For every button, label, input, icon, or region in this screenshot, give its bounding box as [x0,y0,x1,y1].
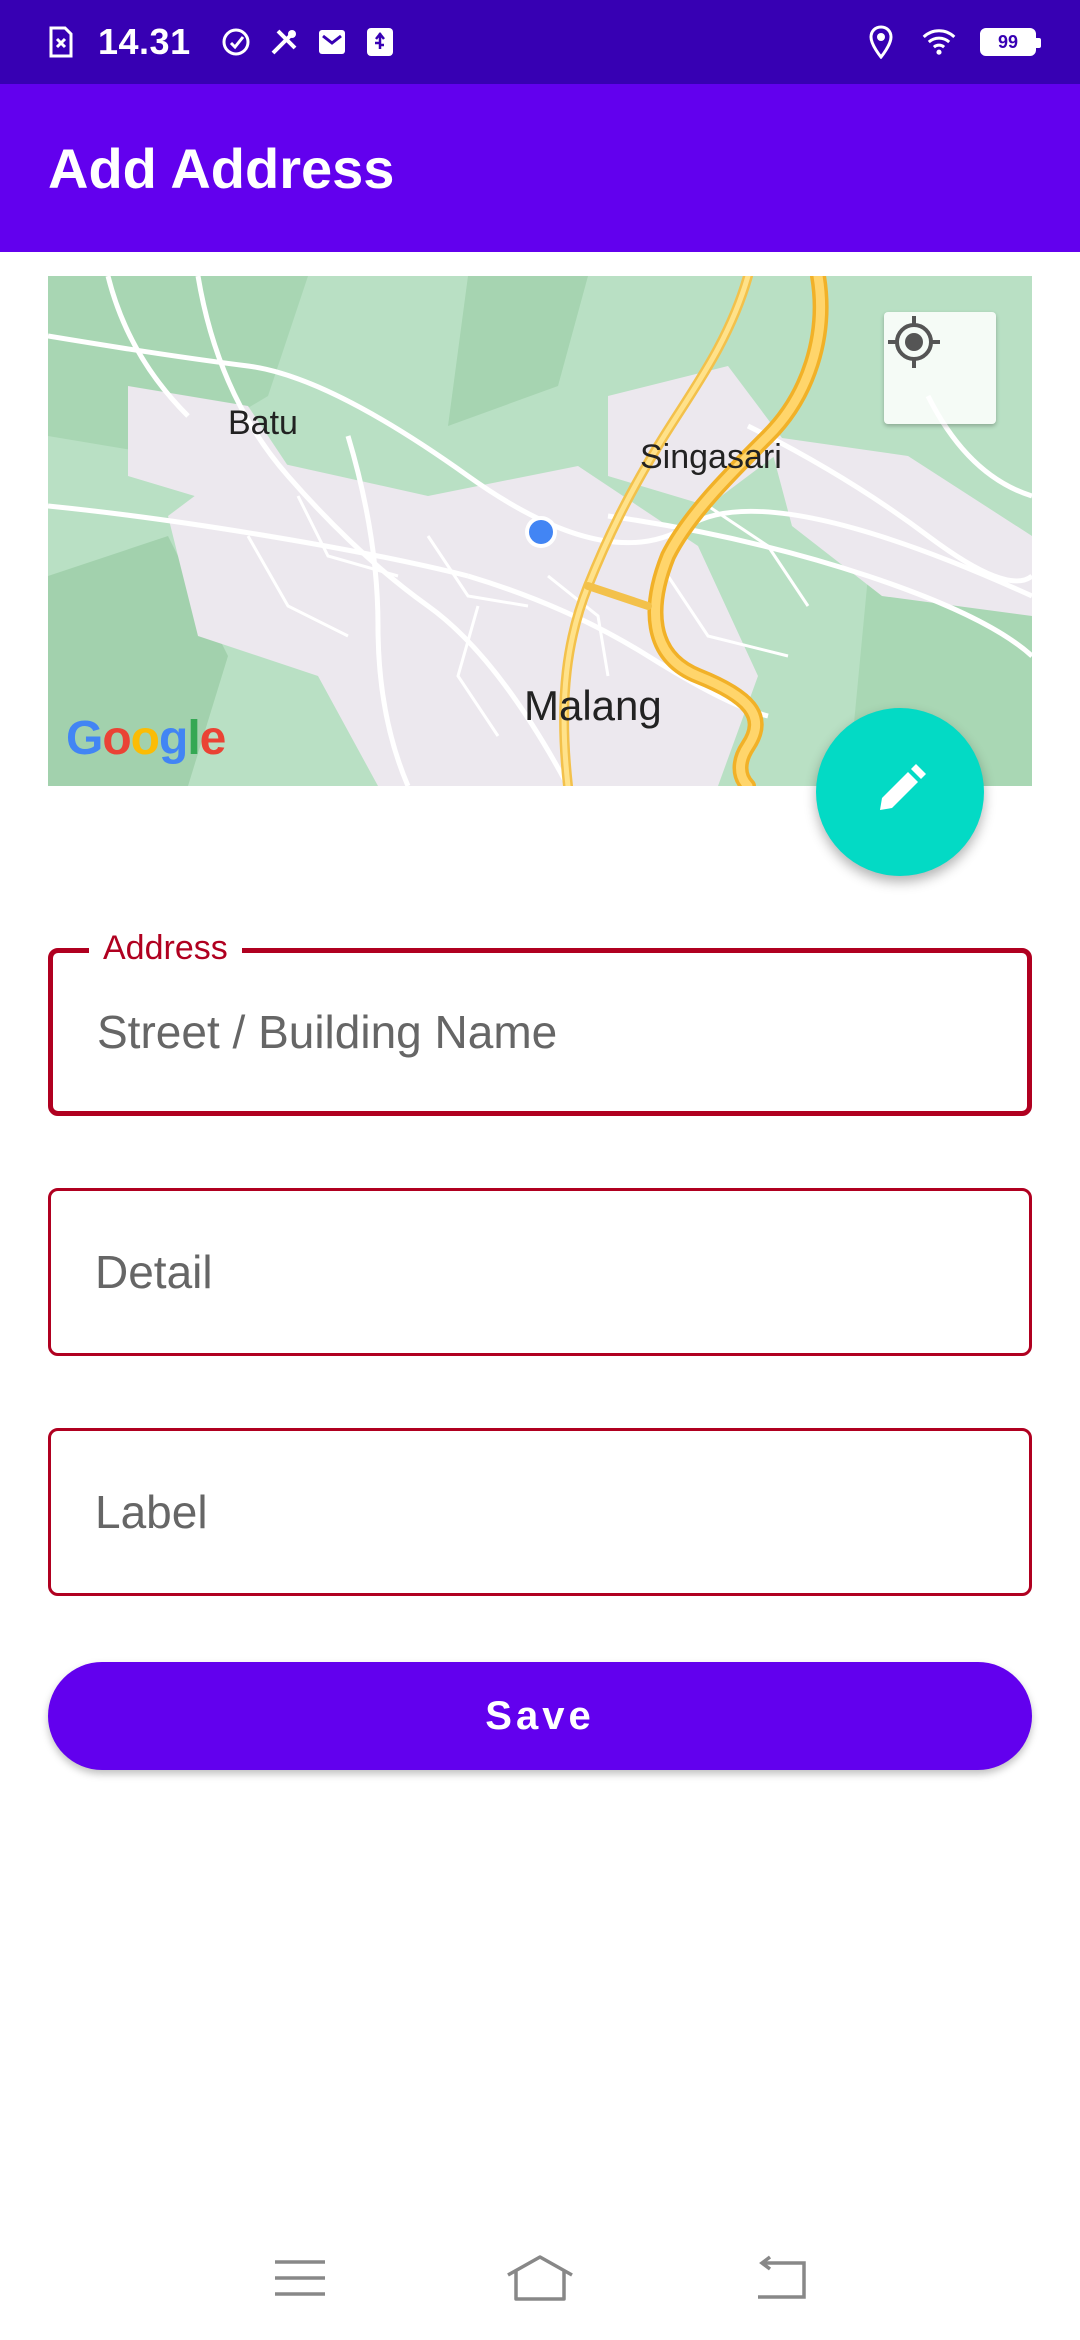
google-logo: Google [66,712,226,765]
mail-icon [315,25,349,59]
battery-icon: 99 [980,28,1041,56]
system-nav-bar [0,2220,1080,2340]
usb-icon [363,25,397,59]
detail-input[interactable] [95,1191,975,1353]
status-left: 14.31 [44,21,397,63]
map-label-malang: Malang [524,682,662,729]
edit-fab-button[interactable] [816,708,984,876]
label-input[interactable] [95,1431,975,1593]
label-field[interactable] [48,1428,1032,1596]
location-icon [864,25,898,59]
home-nav-button[interactable] [500,2240,580,2320]
address-input[interactable] [97,953,977,1111]
menu-icon [273,2258,327,2303]
home-icon [504,2253,576,2308]
status-time: 14.31 [98,21,191,62]
pencil-icon [870,760,930,825]
app-bar: Add Address [0,84,1080,252]
back-icon [750,2255,810,2306]
map-label-batu: Batu [228,404,298,442]
tools-icon [267,25,301,59]
detail-field[interactable] [48,1188,1032,1356]
status-bar: 14.31 99 [0,0,1080,84]
back-nav-button[interactable] [740,2240,820,2320]
wifi-icon [922,25,956,59]
save-button[interactable]: Save [48,1662,1032,1770]
menu-nav-button[interactable] [260,2240,340,2320]
speed-icon [219,25,253,59]
page-title: Add Address [48,136,395,200]
map-label-singasari: Singasari [640,438,782,476]
status-right: 99 [864,25,1041,59]
sim-off-icon [44,25,78,59]
address-field[interactable]: Address [48,929,1032,1116]
my-location-button[interactable] [884,312,996,424]
